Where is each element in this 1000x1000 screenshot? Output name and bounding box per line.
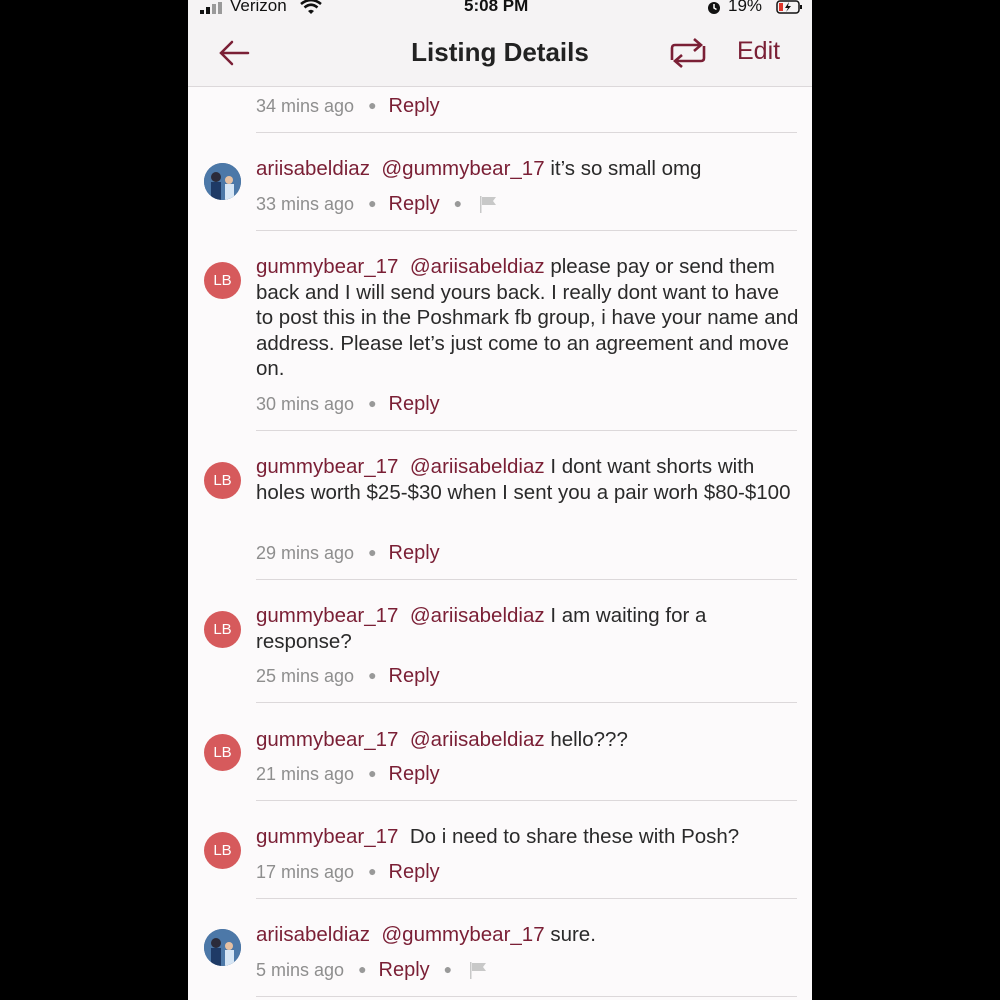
divider bbox=[256, 230, 797, 231]
comment-text: gummybear_17 @ariisabeldiaz I dont want … bbox=[256, 454, 801, 505]
divider bbox=[256, 132, 797, 133]
comment-username[interactable]: gummybear_17 bbox=[256, 825, 398, 848]
comment-text: gummybear_17 @ariisabeldiaz please pay o… bbox=[256, 254, 801, 382]
comment-username[interactable]: gummybear_17 bbox=[256, 255, 398, 278]
phone-screen: Verizon 5:08 PM 19% Listing Details Edit… bbox=[188, 0, 812, 1000]
avatar[interactable]: LB bbox=[204, 262, 241, 299]
comment-username[interactable]: ariisabeldiaz bbox=[256, 923, 370, 946]
nav-bar: Listing Details Edit bbox=[188, 16, 812, 87]
reply-button[interactable]: Reply bbox=[389, 95, 440, 117]
avatar[interactable]: LB bbox=[204, 611, 241, 648]
comment-time: 29 mins ago bbox=[256, 543, 355, 563]
avatar[interactable]: LB bbox=[204, 462, 241, 499]
battery-icon bbox=[776, 0, 802, 14]
divider bbox=[256, 800, 797, 801]
comment-time: 34 mins ago bbox=[256, 96, 355, 116]
comment-body: it’s so small omg bbox=[550, 157, 702, 180]
comment-body: hello??? bbox=[550, 728, 628, 751]
comment-text: ariisabeldiaz @gummybear_17 it’s so smal… bbox=[256, 156, 801, 182]
reply-button[interactable]: Reply bbox=[379, 959, 430, 981]
comment-mention[interactable]: @ariisabeldiaz bbox=[410, 604, 545, 627]
clock: 5:08 PM bbox=[464, 0, 529, 15]
battery-percentage: 19% bbox=[728, 0, 763, 15]
comment-mention[interactable]: @ariisabeldiaz bbox=[410, 255, 545, 278]
reply-button[interactable]: Reply bbox=[389, 542, 440, 564]
share-icon[interactable] bbox=[668, 38, 708, 68]
comment-meta: 33 mins ago ● Reply ● bbox=[256, 193, 498, 216]
comment-mention[interactable]: @gummybear_17 bbox=[381, 923, 544, 946]
comment-meta: 34 mins ago ● Reply bbox=[256, 95, 440, 117]
carrier-label: Verizon bbox=[230, 0, 287, 15]
reply-button[interactable]: Reply bbox=[389, 193, 440, 215]
comment-meta: 29 mins ago ● Reply bbox=[256, 542, 440, 564]
user-photo-icon bbox=[204, 163, 241, 200]
signal-icon bbox=[200, 2, 226, 14]
comment-meta: 5 mins ago ● Reply ● bbox=[256, 959, 488, 982]
divider bbox=[256, 579, 797, 580]
comment-body: sure. bbox=[550, 923, 596, 946]
divider bbox=[256, 430, 797, 431]
comment-time: 33 mins ago bbox=[256, 194, 355, 214]
edit-button[interactable]: Edit bbox=[737, 37, 780, 66]
avatar[interactable]: LB bbox=[204, 734, 241, 771]
wifi-icon bbox=[300, 0, 322, 14]
comment-mention[interactable]: @gummybear_17 bbox=[381, 157, 544, 180]
comment-text: ariisabeldiaz @gummybear_17 sure. bbox=[256, 922, 801, 948]
comment-text: gummybear_17 @ariisabeldiaz I am waiting… bbox=[256, 603, 801, 654]
alarm-icon bbox=[708, 2, 720, 14]
status-bar: Verizon 5:08 PM 19% bbox=[188, 0, 812, 16]
reply-button[interactable]: Reply bbox=[389, 665, 440, 687]
comment-username[interactable]: ariisabeldiaz bbox=[256, 157, 370, 180]
comment-text: gummybear_17 @ariisabeldiaz hello??? bbox=[256, 727, 801, 753]
avatar[interactable] bbox=[204, 163, 241, 200]
reply-button[interactable]: Reply bbox=[389, 393, 440, 415]
flag-icon[interactable] bbox=[478, 195, 498, 213]
comment-time: 5 mins ago bbox=[256, 960, 345, 980]
comment-mention[interactable]: @ariisabeldiaz bbox=[410, 728, 545, 751]
comment-meta: 21 mins ago ● Reply bbox=[256, 763, 440, 785]
divider bbox=[256, 702, 797, 703]
comment-time: 17 mins ago bbox=[256, 862, 355, 882]
avatar[interactable]: LB bbox=[204, 832, 241, 869]
comment-body: Do i need to share these with Posh? bbox=[409, 825, 740, 848]
comment-meta: 30 mins ago ● Reply bbox=[256, 393, 440, 415]
user-photo-icon bbox=[204, 929, 241, 966]
avatar[interactable] bbox=[204, 929, 241, 966]
divider bbox=[256, 996, 797, 997]
comment-time: 21 mins ago bbox=[256, 764, 355, 784]
comment-username[interactable]: gummybear_17 bbox=[256, 604, 398, 627]
comment-time: 25 mins ago bbox=[256, 666, 355, 686]
reply-button[interactable]: Reply bbox=[389, 763, 440, 785]
comment-mention[interactable]: @ariisabeldiaz bbox=[410, 455, 545, 478]
flag-icon[interactable] bbox=[468, 961, 488, 979]
divider bbox=[256, 898, 797, 899]
comment-text: gummybear_17 Do i need to share these wi… bbox=[256, 824, 801, 850]
comment-meta: 25 mins ago ● Reply bbox=[256, 665, 440, 687]
comment-meta: 17 mins ago ● Reply bbox=[256, 861, 440, 883]
reply-button[interactable]: Reply bbox=[389, 861, 440, 883]
comment-username[interactable]: gummybear_17 bbox=[256, 728, 398, 751]
comment-time: 30 mins ago bbox=[256, 394, 355, 414]
comment-username[interactable]: gummybear_17 bbox=[256, 455, 398, 478]
page-title: Listing Details bbox=[411, 37, 589, 67]
